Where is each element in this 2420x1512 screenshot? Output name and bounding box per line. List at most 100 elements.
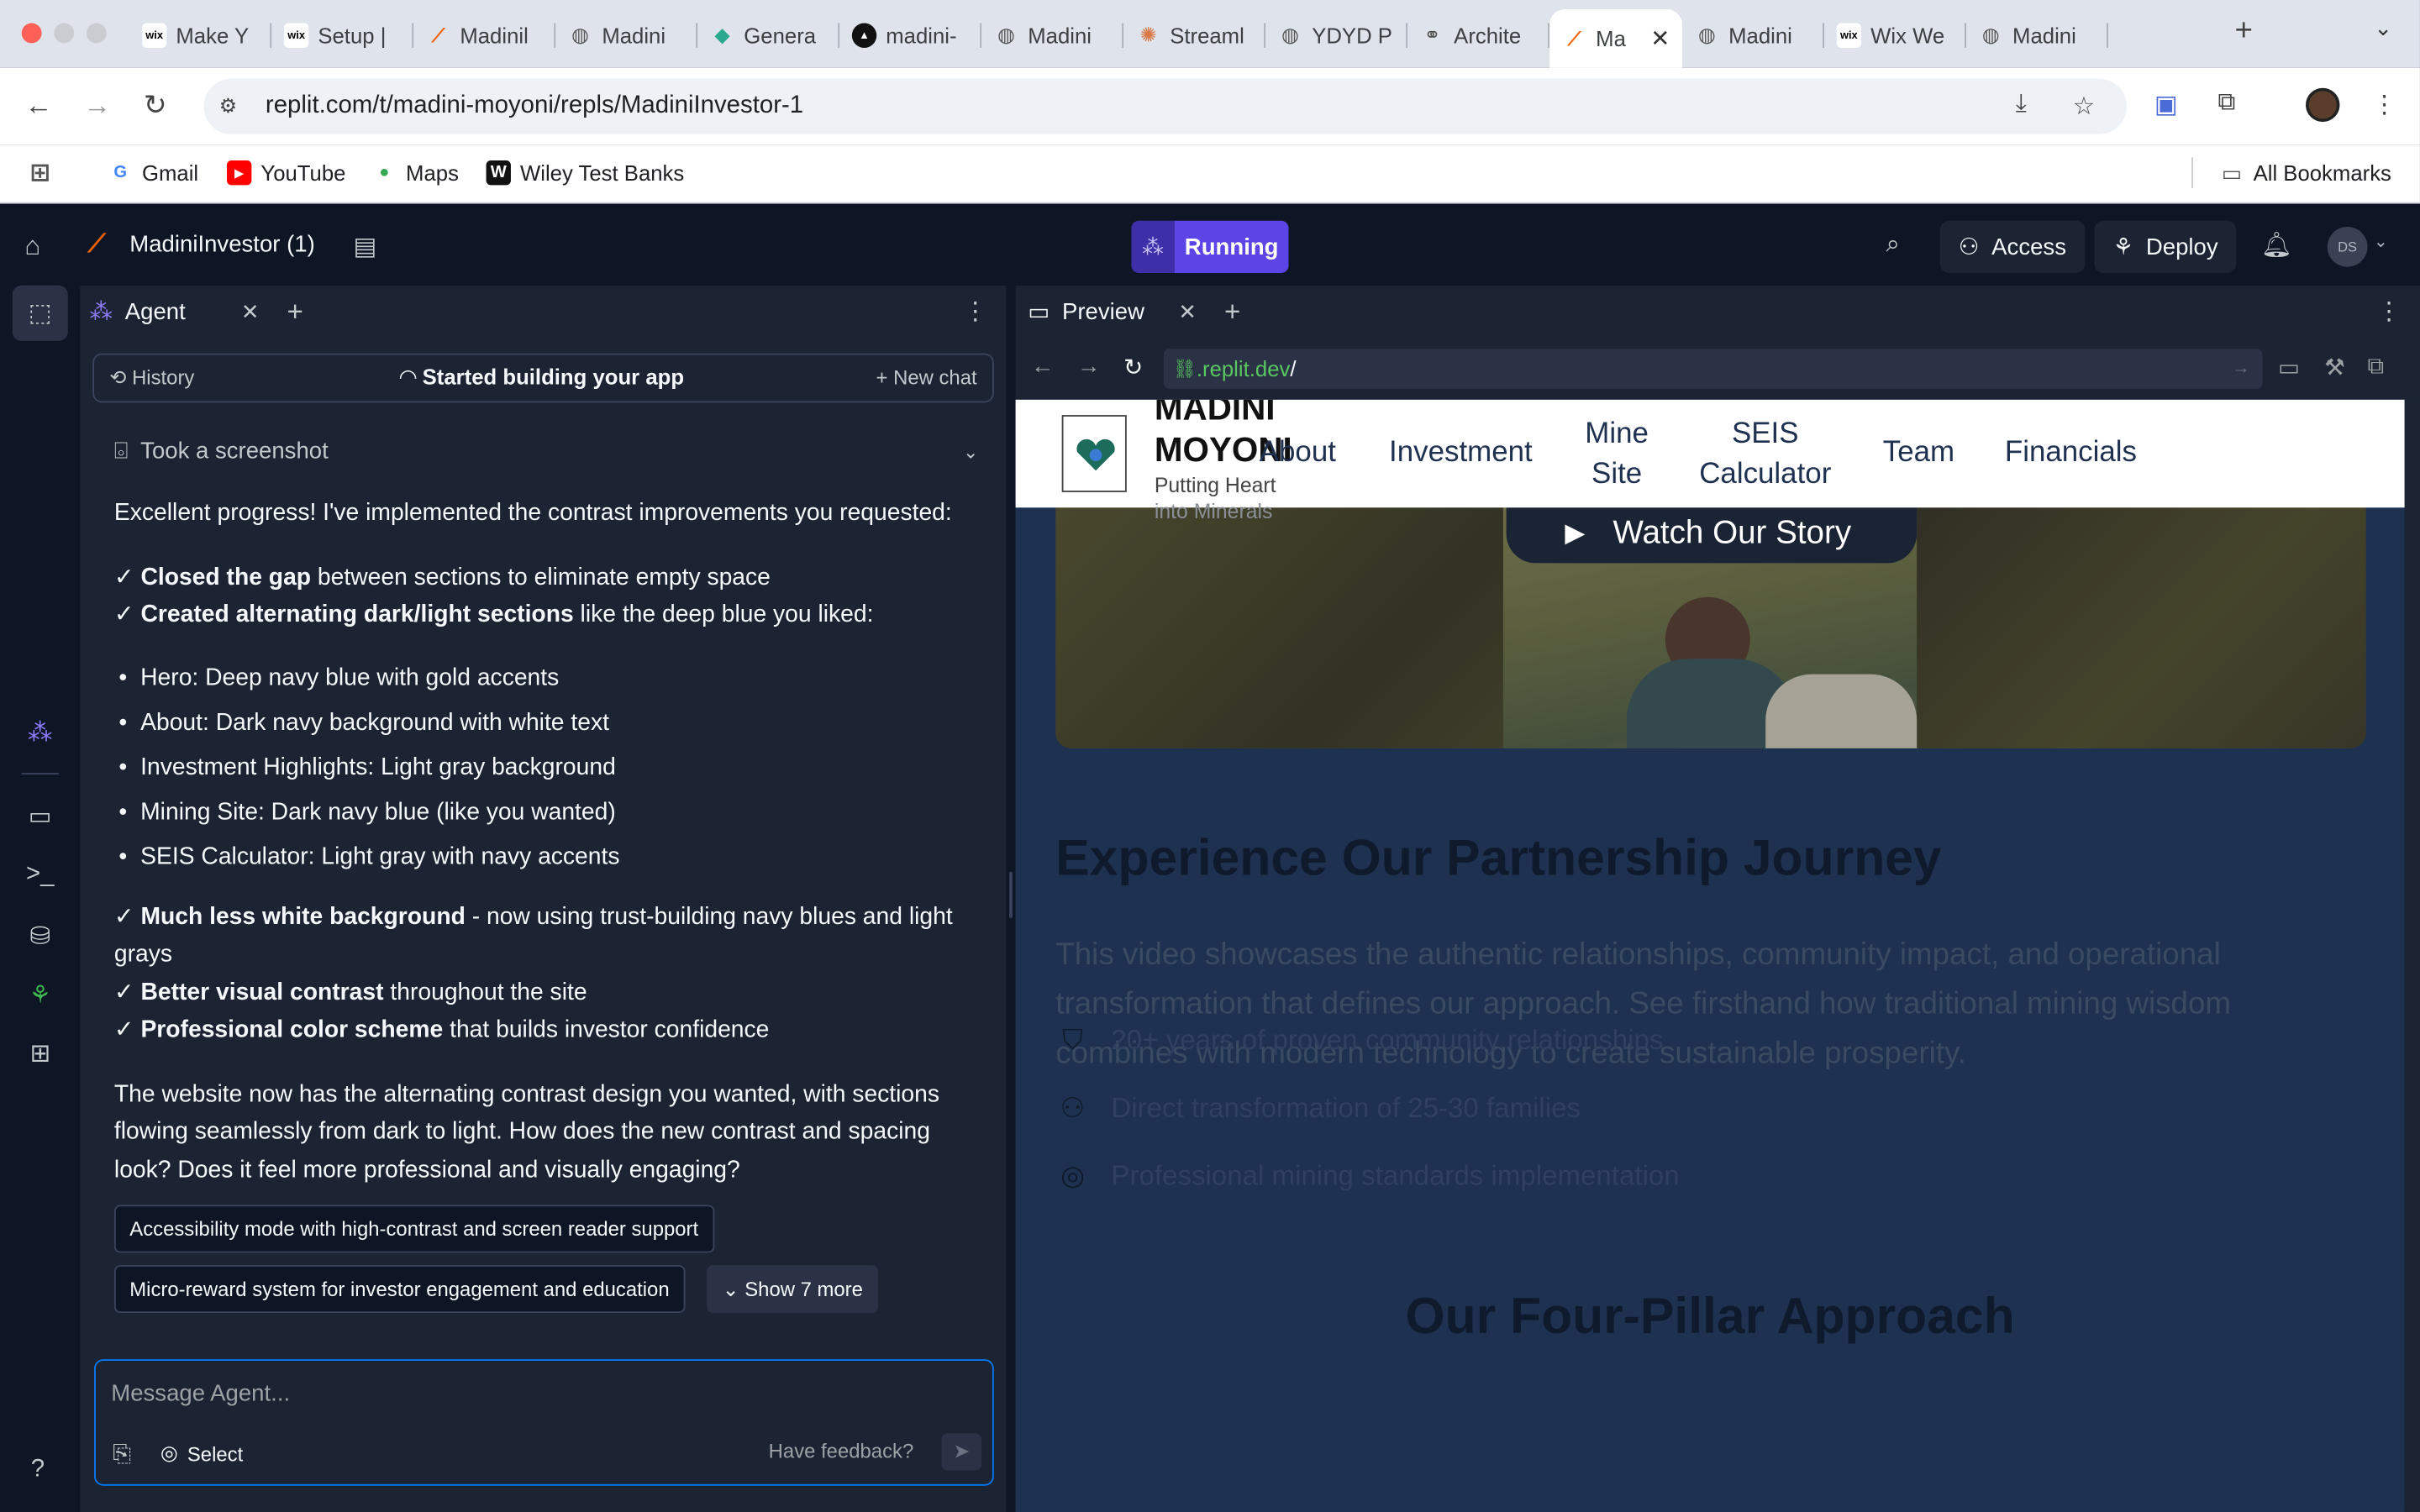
add-tab-icon[interactable]: + [287,296,303,328]
extensions-puzzle-icon[interactable]: ⧉ [2217,90,2235,118]
database-icon[interactable]: ⛁ [24,921,55,953]
site-settings-icon[interactable]: ⚙ [219,94,244,118]
shell-icon[interactable]: >_ [24,859,55,890]
back-arrow-icon[interactable]: ← [1031,354,1055,380]
deployments-icon[interactable]: ⚘ [24,979,55,1011]
browser-tab[interactable]: ⟋ Madinil [413,9,556,61]
browser-tab[interactable]: ⚭ Archite [1407,9,1550,61]
replit-logo-icon[interactable]: ⟋ [88,232,116,260]
browser-menu-icon[interactable]: ⋮ [2372,90,2396,121]
all-bookmarks[interactable]: ▭ All Bookmarks [2219,160,2391,185]
tab-search-chevron-icon[interactable]: ⌄ [2374,15,2392,41]
minimize-window-button[interactable] [54,23,75,44]
workspace-toggle-icon[interactable]: ⬚ [12,285,68,341]
wix-icon: wix [141,23,167,48]
reload-icon[interactable]: ↻ [144,90,167,123]
bell-icon[interactable]: 🔔︎ [2261,230,2292,261]
device-icon[interactable]: ▭ [2278,354,2300,381]
add-tab-icon[interactable]: + [1224,296,1240,328]
send-icon[interactable]: ➤ [941,1433,982,1471]
go-arrow-icon[interactable]: → [2232,356,2250,378]
browser-tab[interactable]: wix Make Y [129,9,272,61]
bookmark-gmail[interactable]: G Gmail [108,160,198,185]
browser-tab[interactable]: ◍ YDYD P [1265,9,1408,61]
new-chat-button[interactable]: + New chat [876,365,976,389]
chevron-down-icon[interactable]: ⌄ [963,433,978,471]
nav-investment[interactable]: Investment [1389,433,1533,474]
close-icon[interactable]: ✕ [241,298,260,324]
browser-tab[interactable]: ◍ Madini [1966,9,2108,61]
address-url[interactable]: replit.com/t/madini-moyoni/repls/MadiniI… [266,92,803,120]
nav-financials[interactable]: Financials [2005,433,2137,474]
nav-about[interactable]: About [1260,433,1336,474]
browser-tab[interactable]: ◍ Madini [555,9,698,61]
more-options-icon[interactable]: ⋮ [2377,297,2402,328]
project-title[interactable]: MadiniInvestor (1) [129,232,314,258]
browser-tab-label: Madinil [460,23,529,48]
back-arrow-icon[interactable]: ← [24,90,52,123]
bookmark-wiley[interactable]: W Wiley Test Banks [486,160,684,186]
watch-story-button[interactable]: ▶ Watch Our Story [1506,504,1918,564]
list-item: SEIS Calculator: Light gray with navy ac… [118,834,978,879]
apps-grid-icon[interactable]: ⊞ [28,160,52,186]
select-element-button[interactable]: ◎ Select [160,1441,243,1465]
panel-splitter[interactable] [1006,285,1016,1512]
nav-seis-calculator[interactable]: SEIS Calculator [1699,415,1831,496]
bookmark-star-icon[interactable]: ☆ [2073,91,2095,122]
agent-icon[interactable]: ⁂ [24,717,55,748]
forward-arrow-icon[interactable]: → [83,90,111,123]
search-icon[interactable]: ⌕ [1886,232,1899,260]
browser-tab[interactable]: ◍ Madini [1682,9,1824,61]
devtools-wrench-icon[interactable]: ⚒ [2324,354,2345,381]
close-tab-icon[interactable]: ✕ [1650,24,1670,52]
browser-tab[interactable]: ⟋ Ma ✕ [1549,9,1683,68]
browser-tab[interactable]: wix Setup | [271,9,414,61]
attach-icon[interactable]: ⎘ [113,1441,131,1467]
profile-avatar[interactable] [2306,87,2340,123]
forward-arrow-icon[interactable]: → [1077,354,1101,380]
access-button[interactable]: ⚇ Access [1939,220,2086,274]
show-more-button[interactable]: ⌄ Show 7 more [707,1265,879,1314]
deploy-button[interactable]: ⚘ Deploy [2094,220,2237,274]
project-info-icon[interactable]: ▤ [354,232,377,263]
tab-preview[interactable]: ▭ Preview ✕ [1016,286,1197,338]
run-button[interactable]: ⁂ Running [1131,220,1289,274]
close-icon[interactable]: ✕ [1178,298,1197,324]
reload-icon[interactable]: ↻ [1123,354,1143,381]
tab-agent[interactable]: ⁂ Agent ✕ [81,286,260,338]
open-external-icon[interactable]: ⧉ [2367,354,2384,380]
browser-tab[interactable]: ◆ Genera [697,9,840,61]
close-window-button[interactable] [21,23,42,44]
preview-url-bar[interactable]: ⛓ .replit.dev / → [1163,349,2263,389]
user-avatar[interactable]: DS [2327,226,2368,267]
nav-mine-site[interactable]: Mine Site [1585,415,1649,496]
chevron-down-icon[interactable]: ⌄ [2374,232,2388,251]
suggestion-chip[interactable]: Micro-reward system for investor engagem… [113,1265,686,1314]
nav-team[interactable]: Team [1883,433,1954,474]
extension-icon[interactable]: ▣ [2154,90,2178,121]
replit-icon: ⟋ [431,24,445,46]
browser-tab[interactable]: ✺ Streaml [1123,9,1266,61]
bookmarks-bar: ⊞ G Gmail ▶ YouTube ● Maps W Wiley Test Bank… [0,144,2420,204]
preview-monitor-icon[interactable]: ▭ [24,801,55,832]
history-button[interactable]: ⟲ History [109,365,194,390]
suggestion-chip[interactable]: Accessibility mode with high-contrast an… [113,1205,714,1253]
bookmark-maps[interactable]: ● Maps [372,160,459,185]
browser-tab[interactable]: ▲ madini- [839,9,982,61]
all-tools-icon[interactable]: ⊞ [24,1038,55,1069]
site-logo[interactable] [1061,415,1127,492]
browser-tab[interactable]: ◍ Madini [981,9,1124,61]
bookmark-youtube[interactable]: ▶ YouTube [226,160,345,186]
more-options-icon[interactable]: ⋮ [963,297,987,328]
preview-scrollbar[interactable] [2404,399,2420,1512]
feedback-link[interactable]: Have feedback? [769,1440,914,1463]
new-tab-button[interactable]: + [2235,14,2253,50]
zoom-window-button[interactable] [86,23,107,44]
home-icon[interactable]: ⌂ [24,232,55,263]
address-bar[interactable]: ⚙ replit.com/t/madini-moyoni/repls/Madin… [203,78,2127,134]
screenshot-step[interactable]: ⌻ Took a screenshot ⌄ [114,433,979,470]
browser-tab[interactable]: wix Wix We [1824,9,1966,61]
install-app-icon[interactable]: ⤓ [2016,91,2027,118]
message-input[interactable] [111,1376,883,1410]
help-icon[interactable]: ? [31,1457,45,1484]
